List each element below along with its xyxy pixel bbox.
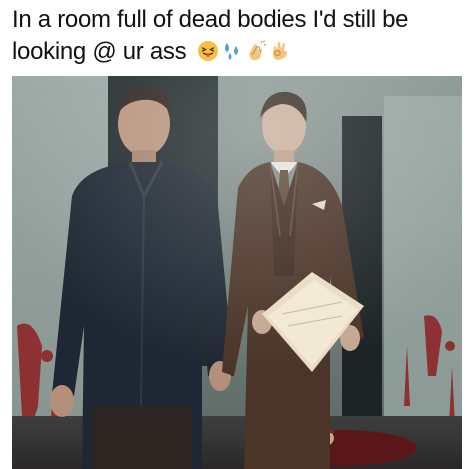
meme-caption: In a room full of dead bodies I'd still … bbox=[12, 4, 468, 68]
tongue-out-face-icon bbox=[197, 40, 218, 61]
caption-line-2: looking @ ur ass bbox=[12, 36, 468, 68]
ok-hand-icon bbox=[272, 41, 287, 60]
scene-illustration bbox=[12, 76, 462, 469]
clapping-hands-icon bbox=[248, 40, 266, 60]
tv-still-photo bbox=[12, 76, 462, 469]
caption-line-2-text: looking @ ur ass bbox=[12, 38, 187, 65]
caption-line-1: In a room full of dead bodies I'd still … bbox=[12, 6, 409, 33]
light-overlay bbox=[12, 76, 462, 469]
emoji-row bbox=[197, 40, 291, 62]
sweat-droplets-icon bbox=[224, 42, 238, 60]
